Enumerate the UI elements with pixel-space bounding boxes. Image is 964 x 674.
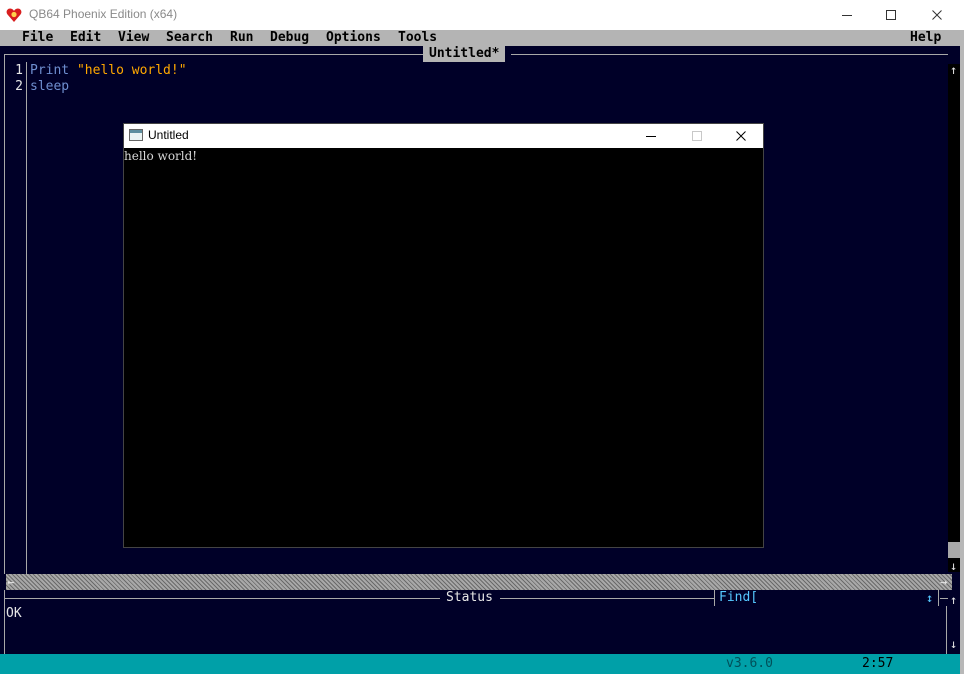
menu-debug[interactable]: Debug bbox=[270, 30, 309, 46]
close-icon bbox=[932, 10, 942, 20]
scroll-right-icon[interactable]: → bbox=[940, 576, 947, 588]
program-window-icon bbox=[129, 129, 143, 141]
menu-edit[interactable]: Edit bbox=[70, 30, 101, 46]
status-bar bbox=[0, 654, 960, 674]
menu-tools[interactable]: Tools bbox=[398, 30, 437, 46]
menu-options[interactable]: Options bbox=[326, 30, 381, 46]
maximize-icon bbox=[692, 131, 702, 141]
find-field[interactable]: Find[ bbox=[719, 590, 758, 606]
status-frame-right bbox=[946, 606, 947, 654]
program-maximize-button[interactable] bbox=[674, 124, 720, 148]
vertical-scrollbar[interactable] bbox=[948, 64, 960, 572]
line-number: 1 bbox=[15, 63, 23, 78]
close-icon bbox=[736, 131, 746, 141]
menu-search[interactable]: Search bbox=[166, 30, 213, 46]
editor-tab-title[interactable]: Untitled* bbox=[423, 46, 506, 62]
horizontal-scrollbar[interactable] bbox=[6, 574, 952, 590]
line-number: 2 bbox=[15, 79, 23, 94]
scroll-up-icon[interactable]: ↑ bbox=[950, 64, 957, 76]
close-button[interactable] bbox=[914, 0, 960, 30]
find-divider bbox=[714, 590, 715, 606]
code-line[interactable]: sleep bbox=[30, 79, 69, 95]
code-keyword: Print bbox=[30, 63, 70, 78]
scroll-down-icon[interactable]: ↓ bbox=[950, 560, 957, 572]
menu-bar: File Edit View Search Run Debug Options … bbox=[0, 30, 960, 46]
scroll-left-icon[interactable]: ← bbox=[7, 576, 14, 588]
menu-run[interactable]: Run bbox=[230, 30, 253, 46]
qb64-heart-icon bbox=[6, 8, 22, 22]
window-title: QB64 Phoenix Edition (x64) bbox=[29, 7, 178, 21]
window-edge bbox=[960, 30, 964, 674]
status-scroll-up-icon[interactable]: ↑ bbox=[950, 594, 957, 606]
program-minimize-button[interactable] bbox=[628, 124, 674, 148]
maximize-icon bbox=[886, 10, 896, 20]
status-frame-left bbox=[4, 590, 5, 654]
minimize-icon bbox=[646, 136, 656, 137]
menu-file[interactable]: File bbox=[22, 30, 53, 46]
code-line[interactable]: Print "hello world!" bbox=[30, 63, 187, 79]
minimize-icon bbox=[842, 15, 852, 16]
status-line-end bbox=[940, 598, 948, 599]
program-title-bar[interactable]: Untitled bbox=[124, 124, 763, 148]
program-close-button[interactable] bbox=[718, 124, 764, 148]
menu-help[interactable]: Help bbox=[910, 30, 941, 46]
code-string: "hello world!" bbox=[76, 63, 187, 78]
frame-top-left bbox=[4, 54, 423, 55]
find-right-divider bbox=[938, 590, 939, 606]
frame-left bbox=[4, 54, 5, 574]
gutter-divider bbox=[26, 62, 27, 574]
program-output-text: hello world! bbox=[124, 149, 198, 163]
program-output-window[interactable]: Untitled hello world! bbox=[123, 123, 764, 548]
title-bar: QB64 Phoenix Edition (x64) bbox=[0, 0, 964, 30]
vertical-scroll-thumb[interactable] bbox=[948, 542, 960, 558]
minimize-button[interactable] bbox=[824, 0, 870, 30]
code-keyword: sleep bbox=[30, 79, 70, 94]
menu-view[interactable]: View bbox=[118, 30, 149, 46]
maximize-button[interactable] bbox=[868, 0, 914, 30]
status-line-left bbox=[4, 598, 440, 599]
status-line-right bbox=[500, 598, 714, 599]
version-label: v3.6.0 bbox=[726, 656, 773, 671]
program-window-title: Untitled bbox=[148, 128, 189, 142]
status-label: Status bbox=[440, 590, 499, 606]
find-toggle-icon[interactable]: ↕ bbox=[926, 592, 933, 604]
cursor-position: 2:57 bbox=[862, 656, 894, 671]
status-scroll-down-icon[interactable]: ↓ bbox=[950, 638, 957, 650]
frame-top-right bbox=[511, 54, 948, 55]
status-text: OK bbox=[6, 606, 22, 621]
